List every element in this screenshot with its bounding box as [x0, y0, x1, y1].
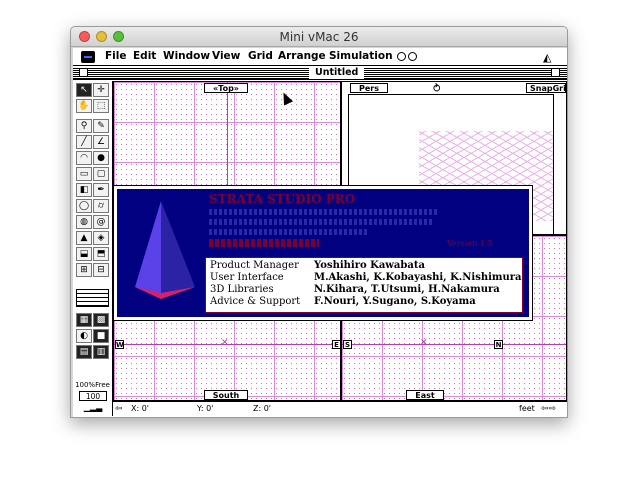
marquee-tool-icon[interactable]: ⬚	[93, 99, 109, 113]
menu-view[interactable]: View	[212, 50, 240, 62]
crosshair-tool-icon[interactable]: ✛	[93, 83, 109, 97]
east-view-label: East	[406, 390, 444, 400]
arc-tool-icon[interactable]: ◠	[76, 151, 92, 165]
rectangle-tool-icon[interactable]: ▭	[76, 167, 92, 181]
emulator-titlebar: Mini vMac 26	[71, 27, 567, 47]
x-coordinate: X: 0'	[131, 404, 150, 413]
cone-tool-icon[interactable]: ▲	[76, 231, 92, 245]
menu-edit[interactable]: Edit	[133, 50, 156, 62]
top-view-label: «Top»	[204, 83, 248, 93]
zoom-value-field[interactable]: 100	[79, 391, 107, 401]
app-name: STRATA STUDIO PRO	[209, 192, 356, 206]
eyedropper-tool-icon[interactable]: ✎	[93, 119, 109, 133]
about-panel: STRATA STUDIO PRO Version 1.5 Product Ma…	[117, 189, 529, 317]
hand-tool-icon[interactable]: ✋	[76, 99, 92, 113]
rounded-rect-tool-icon[interactable]: ▢	[93, 167, 109, 181]
wireframe-mode-icon[interactable]: ▤	[76, 345, 92, 359]
sphere-tool-icon[interactable]: ●	[93, 151, 109, 165]
coordinate-bar: X: 0' Y: 0' Z: 0' feet ⇦ ⇦⇨	[113, 401, 567, 417]
copyright-text-2	[209, 219, 434, 225]
glasses-icon[interactable]	[397, 52, 419, 63]
render-mode-icon[interactable]: ◐	[76, 329, 92, 343]
document-window: Untitled ↖ ✛ ✋ ⬚ ⚲ ✎ ╱ ∠ ◠ ● ▭ ▢ ◧ ✒ ◯ ⌭…	[73, 67, 567, 417]
line-tool-icon[interactable]: ╱	[76, 135, 92, 149]
menu-arrange[interactable]: Arrange	[278, 50, 326, 62]
lathe-tool-icon[interactable]: ◍	[76, 215, 92, 229]
credit-name: M.Akashi, K.Kobayashi, K.Nishimura	[314, 272, 522, 283]
pers-view-label: Pers	[350, 83, 388, 93]
app-menu-icon[interactable]: ◭	[543, 51, 551, 64]
about-dialog[interactable]: STRATA STUDIO PRO Version 1.5 Product Ma…	[113, 185, 533, 321]
extrude-tool-icon[interactable]: ⬓	[76, 247, 92, 261]
cube-tool-icon[interactable]: ◧	[76, 183, 92, 197]
zoom-box-icon[interactable]	[551, 68, 560, 77]
pyramid-logo-icon	[135, 201, 195, 299]
credit-role: 3D Libraries	[210, 284, 274, 295]
credit-role: User Interface	[210, 272, 284, 283]
units-label: feet	[519, 404, 535, 413]
mac-screen: File Edit Window View Grid Arrange Simul…	[73, 48, 567, 417]
menubar: File Edit Window View Grid Arrange Simul…	[73, 48, 567, 66]
tool-palette: ↖ ✛ ✋ ⬚ ⚲ ✎ ╱ ∠ ◠ ● ▭ ▢ ◧ ✒ ◯ ⌭ ◍ @ ▲ ◈	[73, 81, 113, 416]
mesh-tool-icon[interactable]: ⊞	[76, 263, 92, 277]
credits-box: Product Manager Yoshihiro Kawabata User …	[205, 257, 523, 313]
credit-role: Advice & Support	[210, 296, 301, 307]
document-title: Untitled	[309, 67, 365, 79]
fill-tool-icon[interactable]: ◈	[93, 231, 109, 245]
credit-name: N.Kihara, T.Utsumi, H.Nakamura	[314, 284, 500, 295]
cylinder-tool-icon[interactable]: ⌭	[93, 199, 109, 213]
north-marker: N	[494, 340, 503, 349]
zoom-mode-label: 100%Free	[75, 381, 110, 389]
menu-window[interactable]: Window	[163, 50, 210, 62]
menu-simulation[interactable]: Simulation	[329, 50, 393, 62]
apple-menu-icon[interactable]	[81, 51, 95, 63]
shading-mode-icon[interactable]: ■	[93, 329, 109, 343]
credit-name: F.Nouri, Y.Sugano, S.Koyama	[314, 296, 476, 307]
oval-tool-icon[interactable]: ◯	[76, 199, 92, 213]
south-marker: S	[343, 340, 352, 349]
menu-grid[interactable]: Grid	[248, 50, 273, 62]
line-weight-selector[interactable]	[76, 289, 109, 307]
copyright-text-3	[209, 229, 369, 235]
scroll-arrows-icon[interactable]: ⇦⇨	[541, 402, 556, 416]
version-text: Version 1.5	[447, 239, 493, 248]
close-box-icon[interactable]	[79, 68, 88, 77]
sweep-tool-icon[interactable]: ⬒	[93, 247, 109, 261]
nav-arrows-icon[interactable]: ⇦	[115, 402, 123, 416]
serial-text	[209, 239, 319, 247]
emulator-window: Mini vMac 26 File Edit Window View Grid …	[70, 26, 568, 418]
emulator-title: Mini vMac 26	[279, 30, 359, 44]
west-marker: W	[115, 340, 124, 349]
document-titlebar[interactable]: Untitled	[73, 67, 567, 80]
fill-pattern-icon[interactable]: ▦	[76, 313, 92, 327]
zoom-slider-icon[interactable]: ▁▂▃	[77, 403, 109, 412]
solid-mode-icon[interactable]: ▥	[93, 345, 109, 359]
z-coordinate: Z: 0'	[253, 404, 272, 413]
menu-file[interactable]: File	[105, 50, 127, 62]
texture-pattern-icon[interactable]: ▩	[93, 313, 109, 327]
snap-grid-toggle[interactable]: SnapGrid	[526, 83, 566, 93]
south-view-label: South	[204, 390, 248, 400]
east-marker: E	[332, 340, 340, 349]
spiral-tool-icon[interactable]: @	[93, 215, 109, 229]
grid-tool-icon[interactable]: ⊟	[93, 263, 109, 277]
credit-name: Yoshihiro Kawabata	[314, 260, 425, 271]
credit-role: Product Manager	[210, 260, 299, 271]
pen-tool-icon[interactable]: ✒	[93, 183, 109, 197]
zoom-tool-icon[interactable]: ⚲	[76, 119, 92, 133]
polyline-tool-icon[interactable]: ∠	[93, 135, 109, 149]
copyright-text-1	[209, 209, 439, 215]
y-coordinate: Y: 0'	[197, 404, 214, 413]
arrow-tool-icon[interactable]: ↖	[76, 83, 92, 97]
